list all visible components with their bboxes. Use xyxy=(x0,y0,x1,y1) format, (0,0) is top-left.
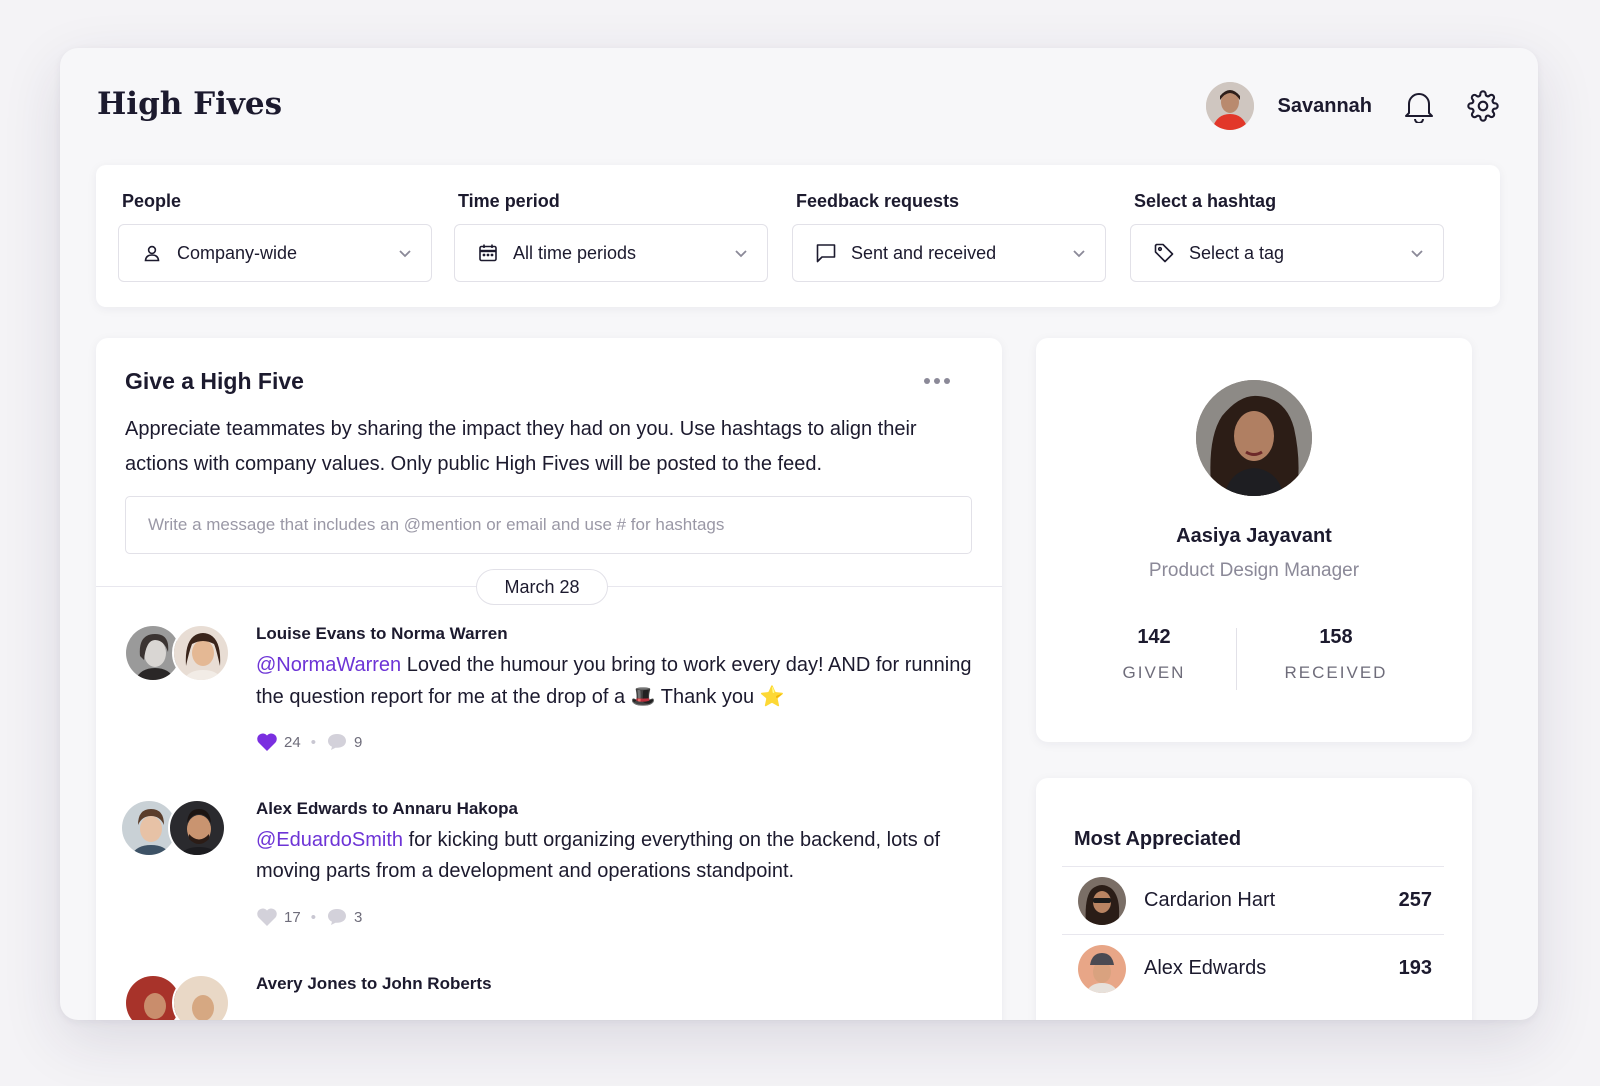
comment-count: 3 xyxy=(353,908,363,926)
post-names: Louise Evans to Norma Warren xyxy=(256,624,508,643)
post-names: Avery Jones to John Roberts xyxy=(256,974,492,993)
chevron-down-icon xyxy=(733,245,749,261)
appreciated-row[interactable]: Alex Edwards 193 xyxy=(1062,934,1444,1002)
filter-label: Feedback requests xyxy=(796,191,960,211)
mention-link[interactable]: @EduardoSmith xyxy=(256,829,403,851)
user-avatar[interactable] xyxy=(1205,82,1254,130)
date-separator: March 28 xyxy=(476,569,608,605)
post-names: Alex Edwards to Annaru Hakopa xyxy=(256,799,518,818)
person-avatar xyxy=(1078,876,1126,925)
hashtag-select[interactable]: Select a tag xyxy=(1130,224,1444,282)
received-label: RECEIVED xyxy=(1284,663,1388,682)
top-hat-emoji: 🎩 xyxy=(630,684,656,708)
filter-hashtag: Select a hashtag Select a tag xyxy=(1130,191,1444,282)
filter-label: Time period xyxy=(458,191,560,211)
more-options-icon[interactable] xyxy=(922,374,952,388)
message-input[interactable] xyxy=(125,496,972,554)
meta-dot: • xyxy=(310,908,316,926)
heart-icon[interactable] xyxy=(256,732,278,752)
give-title: Give a High Five xyxy=(125,368,304,394)
time-period-select[interactable]: All time periods xyxy=(454,224,768,282)
post-body: @NormaWarren Loved the humour you bring … xyxy=(256,650,976,713)
appreciation-count: 257 xyxy=(1398,889,1432,911)
people-select[interactable]: Company-wide xyxy=(118,224,432,282)
profile-role: Product Design Manager xyxy=(1148,560,1360,581)
recipient-avatar[interactable] xyxy=(168,799,226,857)
comment-icon[interactable] xyxy=(326,732,348,752)
person-name: Alex Edwards xyxy=(1144,957,1267,979)
give-high-five-card: Give a High Five Appreciate teammates by… xyxy=(96,338,1002,1020)
post-body: @EduardoSmith for kicking butt organizin… xyxy=(256,825,976,887)
select-value: Sent and received xyxy=(851,242,997,263)
feedback-requests-select[interactable]: Sent and received xyxy=(792,224,1106,282)
stat-received: 158 RECEIVED xyxy=(1226,626,1446,683)
filter-time-period: Time period All time periods xyxy=(454,191,768,282)
post-meta: 24 • 9 xyxy=(256,732,362,752)
app-title: High Fives xyxy=(97,86,283,122)
like-count: 24 xyxy=(284,733,301,751)
bell-icon[interactable] xyxy=(1402,89,1436,123)
like-count: 17 xyxy=(284,908,301,926)
calendar-icon xyxy=(477,242,499,264)
feed-post: Louise Evans to Norma Warren @NormaWarre… xyxy=(124,624,984,754)
tag-icon xyxy=(1153,242,1175,264)
feed-post: Alex Edwards to Annaru Hakopa @EduardoSm… xyxy=(120,799,984,929)
post-meta: 17 • 3 xyxy=(256,907,362,927)
received-count: 158 xyxy=(1319,626,1353,648)
most-appreciated-title: Most Appreciated xyxy=(1074,828,1242,850)
recipient-avatar[interactable] xyxy=(172,624,230,682)
person-name: Cardarion Hart xyxy=(1144,889,1276,911)
gear-icon[interactable] xyxy=(1466,89,1500,123)
recipient-avatar[interactable] xyxy=(172,974,230,1020)
appreciation-count: 193 xyxy=(1398,957,1432,979)
give-description: Appreciate teammates by sharing the impa… xyxy=(125,418,917,475)
post-avatars xyxy=(124,974,236,1020)
select-value: All time periods xyxy=(513,242,637,263)
feed-post: Avery Jones to John Roberts xyxy=(124,974,984,1020)
comment-count: 9 xyxy=(353,733,363,751)
header-user-area: Savannah xyxy=(1205,82,1500,130)
star-emoji: ⭐ xyxy=(759,684,785,708)
meta-dot: • xyxy=(310,733,316,751)
select-value: Select a tag xyxy=(1189,242,1285,263)
filter-feedback-requests: Feedback requests Sent and received xyxy=(792,191,1106,282)
user-name: Savannah xyxy=(1277,94,1372,117)
person-avatar xyxy=(1078,944,1126,993)
profile-name: Aasiya Jayavant xyxy=(1176,525,1332,547)
chevron-down-icon xyxy=(1409,245,1425,261)
heart-icon[interactable] xyxy=(256,907,278,927)
chevron-down-icon xyxy=(1071,245,1087,261)
app-window: High Fives Savannah People Company-wide … xyxy=(60,48,1538,1020)
comment-icon[interactable] xyxy=(326,907,348,927)
person-icon xyxy=(141,242,163,264)
appreciated-row[interactable]: Cardarion Hart 257 xyxy=(1062,866,1444,934)
post-avatars xyxy=(120,799,236,857)
post-text: Thank you xyxy=(655,686,760,708)
mention-link[interactable]: @NormaWarren xyxy=(256,654,401,676)
chevron-down-icon xyxy=(397,245,413,261)
post-avatars xyxy=(124,624,236,682)
filter-label: People xyxy=(122,191,182,211)
profile-avatar[interactable] xyxy=(1196,380,1312,496)
filter-people: People Company-wide xyxy=(118,191,432,282)
filters-bar: People Company-wide Time period All time… xyxy=(96,165,1500,307)
message-icon xyxy=(815,242,837,264)
most-appreciated-card: Most Appreciated Cardarion Hart 257 Alex… xyxy=(1036,778,1472,1020)
profile-card: Aasiya Jayavant Product Design Manager 1… xyxy=(1036,338,1472,742)
select-value: Company-wide xyxy=(177,242,298,263)
filter-label: Select a hashtag xyxy=(1134,191,1277,211)
